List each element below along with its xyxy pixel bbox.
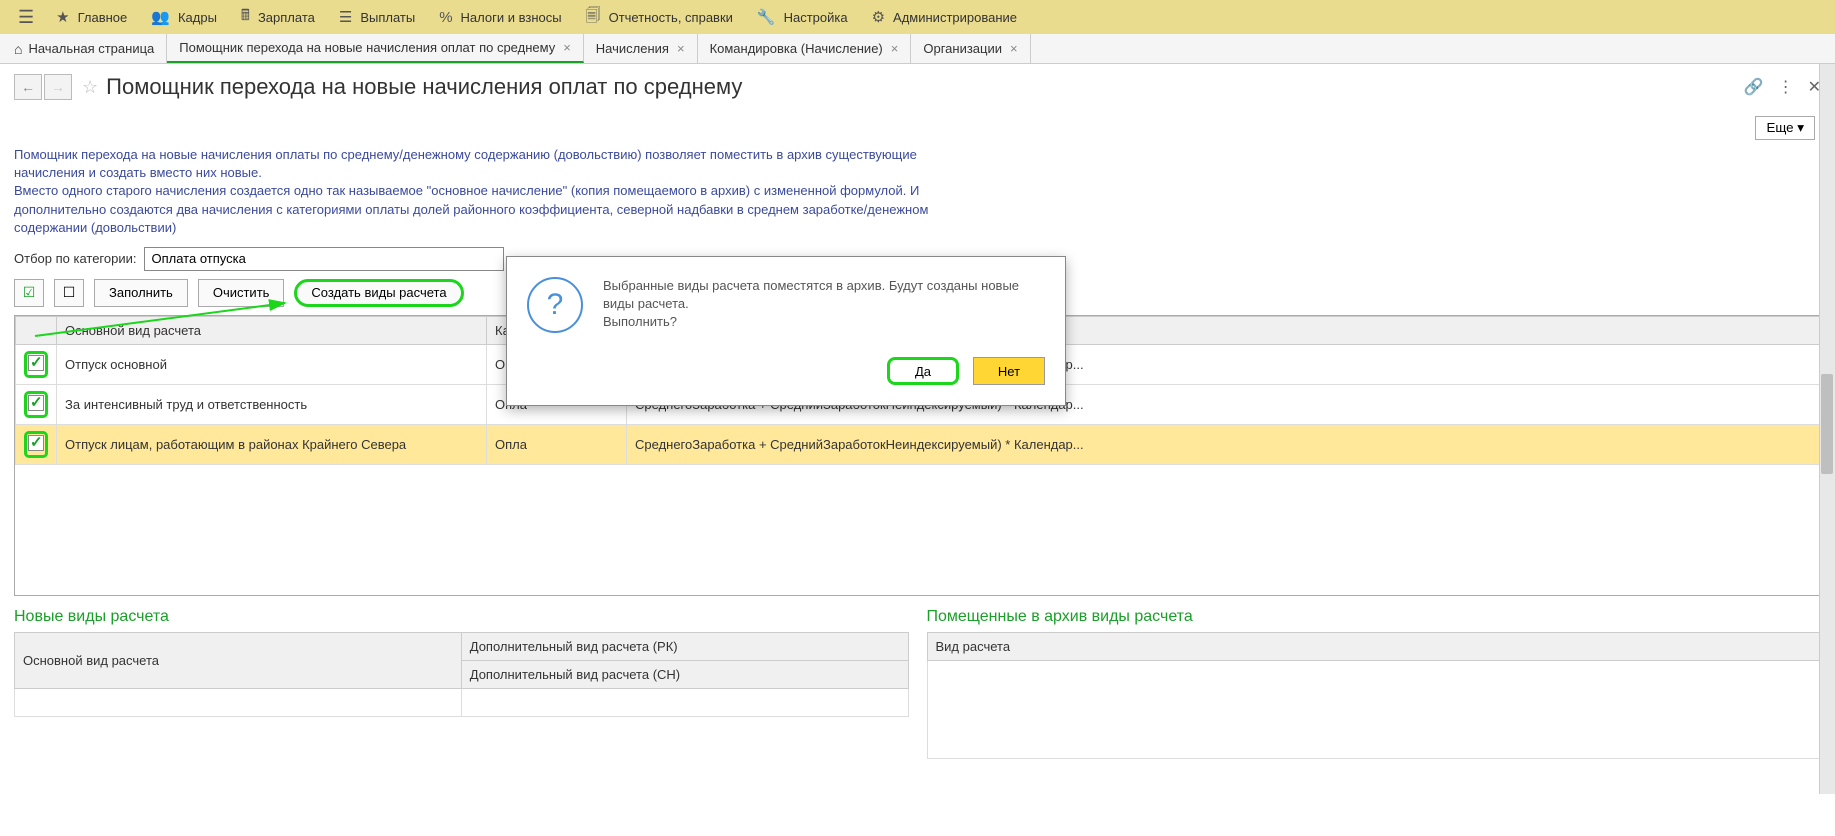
col-new-main[interactable]: Основной вид расчета [15,632,462,688]
menu-payments-label: Выплаты [360,10,415,25]
page-header: ← → ☆ Помощник перехода на новые начисле… [0,64,1835,110]
table-empty-space [15,465,1820,595]
hamburger-icon[interactable]: ☰ [8,7,44,28]
close-icon[interactable]: × [891,41,899,56]
menu-salary-label: Зарплата [258,10,315,25]
check-all-button[interactable]: ☑ [14,279,44,307]
calculator-icon: 🖩 [241,5,250,30]
favorite-icon[interactable]: ☆ [82,77,98,98]
checkbox-icon[interactable] [28,395,44,411]
wrench-icon: 🔧 [757,8,776,26]
menu-staff[interactable]: 👥 Кадры [139,0,229,34]
dialog-no-button[interactable]: Нет [973,357,1045,385]
row-check-cell[interactable] [16,344,57,384]
menu-payments[interactable]: ☰ Выплаты [327,0,427,34]
more-button[interactable]: Еще ▾ [1755,116,1815,140]
col-check [16,316,57,344]
nav-forward-button[interactable]: → [44,74,72,100]
more-label: Еще [1766,120,1793,135]
close-icon[interactable]: × [1010,41,1018,56]
row-formula: СреднегоЗаработка + СреднийЗаработокНеин… [627,424,1820,464]
menu-main[interactable]: ★ Главное [44,0,139,34]
col-main[interactable]: Основной вид расчета [57,316,487,344]
row-category: Опла [487,424,627,464]
row-check-cell[interactable] [16,384,57,424]
tab-wizard-label: Помощник перехода на новые начисления оп… [179,40,555,55]
more-row: Еще ▾ [0,110,1835,146]
fill-button[interactable]: Заполнить [94,279,188,307]
checkbox-icon[interactable] [28,435,44,451]
col-archived[interactable]: Вид расчета [927,632,1821,660]
confirm-dialog: ? Выбранные виды расчета поместятся в ар… [506,256,1066,406]
menu-taxes[interactable]: % Налоги и взносы [427,0,573,34]
close-icon[interactable]: × [677,41,685,56]
menu-admin-label: Администрирование [893,10,1017,25]
panel-new-body [15,688,462,716]
tab-trip[interactable]: Командировка (Начисление) × [698,34,912,63]
tab-accruals[interactable]: Начисления × [584,34,698,63]
menu-reports[interactable]: 🗐 Отчетность, справки [574,0,745,34]
close-icon[interactable]: × [563,40,571,55]
menu-salary[interactable]: 🖩 Зарплата [229,0,327,34]
list-icon: ☰ [339,8,352,26]
star-icon: ★ [56,8,69,26]
tab-orgs-label: Организации [923,41,1002,56]
dialog-line1: Выбранные виды расчета поместятся в архи… [603,277,1045,313]
scroll-thumb[interactable] [1821,374,1833,474]
panel-new-body2 [461,688,908,716]
create-types-button[interactable]: Создать виды расчета [294,279,463,307]
clear-button[interactable]: Очистить [198,279,285,307]
menu-staff-label: Кадры [178,10,217,25]
panel-archived-types: Помещенные в архив виды расчета Вид расч… [927,608,1822,759]
nav-back-button[interactable]: ← [14,74,42,100]
panel-archived-body [927,660,1821,758]
tab-home-label: Начальная страница [28,41,154,56]
panel-new-types: Новые виды расчета Основной вид расчета … [14,608,909,759]
menu-admin[interactable]: ⚙ Администрирование [860,0,1029,34]
col-new-sn[interactable]: Дополнительный вид расчета (СН) [461,660,908,688]
question-icon: ? [527,277,583,333]
dialog-line2: Выполнить? [603,313,1045,331]
menu-taxes-label: Налоги и взносы [461,10,562,25]
filter-label: Отбор по категории: [14,251,136,266]
col-new-rk[interactable]: Дополнительный вид расчета (РК) [461,632,908,660]
scrollbar[interactable] [1819,64,1835,794]
tab-wizard[interactable]: Помощник перехода на новые начисления оп… [167,34,584,63]
tab-home[interactable]: ⌂ Начальная страница [8,34,167,63]
uncheck-all-button[interactable]: ☐ [54,279,84,307]
home-icon: ⌂ [14,41,22,57]
link-icon[interactable]: 🔗 [1744,77,1764,97]
dialog-text: Выбранные виды расчета поместятся в архи… [603,277,1045,332]
row-check-cell[interactable] [16,424,57,464]
document-icon: 🗐 [586,5,601,30]
panel-new-title: Новые виды расчета [14,608,909,626]
panel-archived-title: Помещенные в архив виды расчета [927,608,1822,626]
kebab-icon[interactable]: ⋮ [1778,77,1794,97]
info-text: Помощник перехода на новые начисления оп… [0,146,980,237]
bottom-section: Новые виды расчета Основной вид расчета … [0,596,1835,759]
row-main: Отпуск основной [57,344,487,384]
menu-reports-label: Отчетность, справки [609,10,733,25]
percent-icon: % [439,9,452,26]
people-icon: 👥 [151,8,170,26]
page-title: Помощник перехода на новые начисления оп… [106,74,742,100]
tab-trip-label: Командировка (Начисление) [710,41,883,56]
filter-input[interactable] [144,247,504,271]
tab-bar: ⌂ Начальная страница Помощник перехода на… [0,34,1835,64]
checkbox-icon[interactable] [28,355,44,371]
row-main: За интенсивный труд и ответственность [57,384,487,424]
dialog-yes-button[interactable]: Да [887,357,959,385]
menu-settings-label: Настройка [784,10,848,25]
tab-accruals-label: Начисления [596,41,669,56]
menu-settings[interactable]: 🔧 Настройка [745,0,860,34]
table-row[interactable]: Отпуск лицам, работающим в районах Крайн… [16,424,1820,464]
tab-orgs[interactable]: Организации × [911,34,1030,63]
top-menu: ☰ ★ Главное 👥 Кадры 🖩 Зарплата ☰ Выплаты % На… [0,0,1835,34]
gear-icon: ⚙ [872,8,885,26]
menu-main-label: Главное [78,10,128,25]
row-main: Отпуск лицам, работающим в районах Крайн… [57,424,487,464]
